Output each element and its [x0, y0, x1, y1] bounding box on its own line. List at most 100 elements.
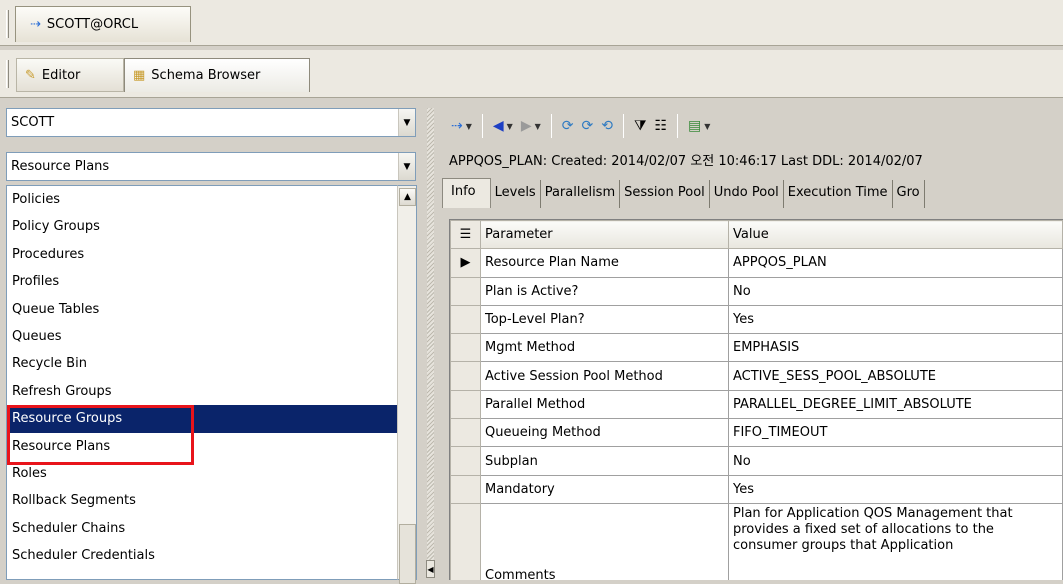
- row-indicator[interactable]: [450, 418, 481, 448]
- list-item[interactable]: Refresh Groups: [7, 378, 397, 405]
- table-row[interactable]: Comments Plan for Application QOS Managem…: [450, 502, 1063, 580]
- list-item[interactable]: Profiles: [7, 268, 397, 295]
- value-cell[interactable]: Yes: [728, 474, 1063, 504]
- chevron-down-icon[interactable]: ▼: [398, 109, 415, 136]
- splitter-grip[interactable]: [427, 108, 434, 578]
- list-item[interactable]: Procedures: [7, 241, 397, 268]
- value-cell[interactable]: EMPHASIS: [728, 333, 1063, 363]
- back-arrow-icon: ◀: [492, 118, 504, 134]
- dropdown-arrow-icon[interactable]: ▼: [507, 122, 513, 131]
- filter-button[interactable]: ⧩: [631, 113, 650, 139]
- dropdown-arrow-icon[interactable]: ▼: [466, 122, 472, 131]
- tab-schema-browser-label: Schema Browser: [151, 68, 261, 83]
- value-cell[interactable]: FIFO_TIMEOUT: [728, 418, 1063, 448]
- dropdown-arrow-icon[interactable]: ▼: [535, 122, 541, 131]
- table-row[interactable]: Plan is Active? No: [450, 276, 1063, 306]
- scroll-thumb[interactable]: [399, 524, 416, 584]
- parameter-cell[interactable]: Subplan: [480, 446, 729, 476]
- connection-tab[interactable]: ⇢ SCOTT@ORCL: [15, 6, 191, 42]
- table-row[interactable]: Active Session Pool Method ACTIVE_SESS_PO…: [450, 361, 1063, 391]
- dropdown-arrow-icon[interactable]: ▼: [704, 122, 710, 131]
- toolbar-grip[interactable]: [6, 10, 9, 38]
- table-row[interactable]: Parallel Method PARALLEL_DEGREE_LIMIT_ABS…: [450, 389, 1063, 420]
- value-cell[interactable]: APPQOS_PLAN: [728, 248, 1063, 278]
- parameter-cell[interactable]: Resource Plan Name: [480, 248, 729, 278]
- schema-select[interactable]: SCOTT ▼: [6, 108, 416, 137]
- pane-splitter[interactable]: ◀: [420, 100, 442, 580]
- list-view-icon: ☷: [654, 118, 668, 134]
- refresh-all-button[interactable]: ⟳: [579, 113, 597, 139]
- table-row[interactable]: Mandatory Yes: [450, 474, 1063, 504]
- tab-gro[interactable]: Gro: [893, 180, 925, 208]
- table-row[interactable]: ▶ Resource Plan Name APPQOS_PLAN: [450, 248, 1063, 278]
- parameter-table: ☰ Parameter Value ▶ Resource Plan Name APP…: [450, 220, 1063, 580]
- chevron-down-icon[interactable]: ▼: [398, 153, 415, 180]
- value-cell[interactable]: No: [728, 276, 1063, 306]
- value-cell[interactable]: Plan for Application QOS Management that…: [728, 502, 1063, 580]
- tab-levels[interactable]: Levels: [491, 180, 541, 208]
- tab-editor[interactable]: ✎ Editor: [16, 58, 124, 92]
- list-item[interactable]: Queues: [7, 323, 397, 350]
- row-indicator[interactable]: [450, 502, 481, 580]
- parameter-cell[interactable]: Active Session Pool Method: [480, 361, 729, 391]
- list-scrollbar[interactable]: ▲: [397, 185, 417, 584]
- table-row[interactable]: Top-Level Plan? Yes: [450, 304, 1063, 335]
- options-button[interactable]: ▤ ▼: [685, 113, 713, 139]
- table-row[interactable]: Subplan No: [450, 446, 1063, 476]
- column-header-parameter[interactable]: Parameter: [480, 220, 729, 250]
- value-cell[interactable]: ACTIVE_SESS_POOL_ABSOLUTE: [728, 361, 1063, 391]
- tab-schema-browser[interactable]: ▦ Schema Browser: [124, 58, 310, 92]
- parameter-cell[interactable]: Parallel Method: [480, 389, 729, 420]
- connection-icon: ⇢: [451, 118, 463, 134]
- list-item[interactable]: Rollback Segments: [7, 487, 397, 514]
- grid-menu-icon[interactable]: ☰: [450, 220, 481, 250]
- parameter-cell[interactable]: Plan is Active?: [480, 276, 729, 306]
- value-cell[interactable]: No: [728, 446, 1063, 476]
- row-indicator[interactable]: [450, 304, 481, 335]
- forward-button[interactable]: ▶ ▼: [518, 113, 544, 139]
- list-item[interactable]: Scheduler Chains: [7, 515, 397, 542]
- connection-action-button[interactable]: ⇢ ▼: [448, 113, 475, 139]
- list-item[interactable]: Recycle Bin: [7, 350, 397, 377]
- row-indicator[interactable]: [450, 361, 481, 391]
- row-indicator[interactable]: [450, 333, 481, 363]
- tab-execution-time[interactable]: Execution Time: [784, 180, 893, 208]
- grid-body: ▶ Resource Plan Name APPQOS_PLAN Plan is Ac…: [450, 248, 1063, 580]
- row-indicator[interactable]: [450, 276, 481, 306]
- scroll-up-icon[interactable]: ▲: [399, 188, 416, 206]
- table-row[interactable]: Queueing Method FIFO_TIMEOUT: [450, 418, 1063, 448]
- parameter-cell[interactable]: Comments: [480, 502, 729, 580]
- object-type-list[interactable]: Policies Policy Groups Procedures Profiles Q…: [6, 185, 397, 580]
- list-item[interactable]: Scheduler Credentials: [7, 542, 397, 569]
- list-item[interactable]: Queue Tables: [7, 296, 397, 323]
- parameter-cell[interactable]: Queueing Method: [480, 418, 729, 448]
- object-info-header: APPQOS_PLAN: Created: 2014/02/07 오전 10:4…: [449, 154, 923, 169]
- back-button[interactable]: ◀ ▼: [490, 113, 516, 139]
- value-cell[interactable]: Yes: [728, 304, 1063, 335]
- column-header-value[interactable]: Value: [728, 220, 1063, 250]
- list-view-button[interactable]: ☷: [651, 113, 670, 139]
- tab-info[interactable]: Info: [442, 178, 491, 208]
- list-item[interactable]: Policy Groups: [7, 213, 397, 240]
- tab-parallelism[interactable]: Parallelism: [541, 180, 621, 208]
- parameter-cell[interactable]: Top-Level Plan?: [480, 304, 729, 335]
- value-cell[interactable]: PARALLEL_DEGREE_LIMIT_ABSOLUTE: [728, 389, 1063, 420]
- tab-editor-label: Editor: [41, 67, 81, 83]
- row-indicator[interactable]: [450, 389, 481, 420]
- list-item[interactable]: Policies: [7, 186, 397, 213]
- annotation-highlight-box: [7, 405, 194, 465]
- toolbar-grip[interactable]: [6, 60, 9, 88]
- row-indicator[interactable]: [450, 446, 481, 476]
- parameter-grid[interactable]: ☰ Parameter Value ▶ Resource Plan Name APP…: [449, 219, 1063, 580]
- table-row[interactable]: Mgmt Method EMPHASIS: [450, 333, 1063, 363]
- row-indicator[interactable]: [450, 474, 481, 504]
- parameter-cell[interactable]: Mgmt Method: [480, 333, 729, 363]
- tab-session-pool[interactable]: Session Pool: [620, 180, 710, 208]
- object-type-select[interactable]: Resource Plans ▼: [6, 152, 416, 181]
- refresh-selected-button[interactable]: ⟲: [598, 113, 616, 139]
- tab-undo-pool[interactable]: Undo Pool: [710, 180, 784, 208]
- refresh-button[interactable]: ⟳: [559, 113, 577, 139]
- current-row-arrow-icon[interactable]: ▶: [450, 248, 481, 278]
- parameter-cell[interactable]: Mandatory: [480, 474, 729, 504]
- collapse-left-icon[interactable]: ◀: [426, 560, 435, 578]
